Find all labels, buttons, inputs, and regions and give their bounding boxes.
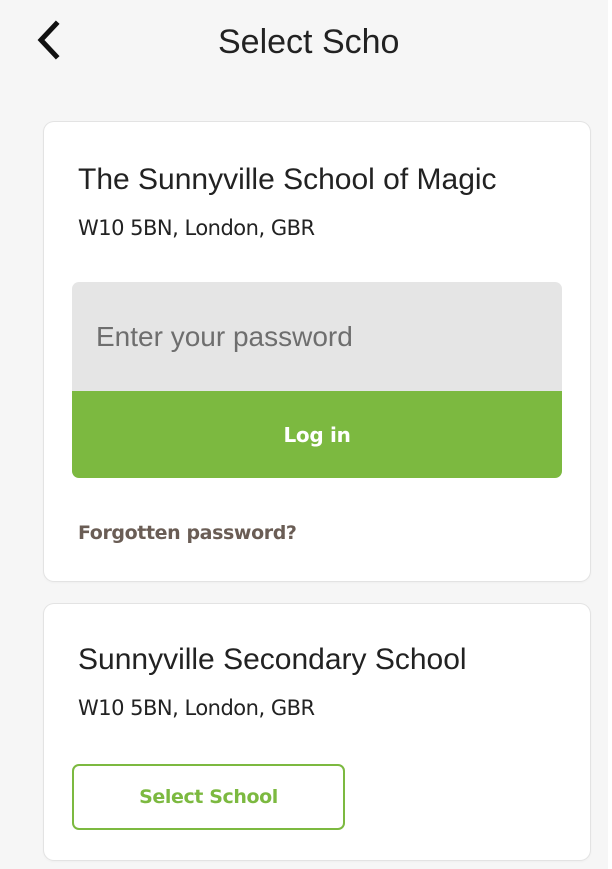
school-card: The Sunnyville School of Magic W10 5BN, … — [44, 122, 590, 581]
school-name: The Sunnyville School of Magic — [78, 163, 497, 196]
screen-edge — [608, 0, 612, 869]
page-title: Select Scho — [218, 23, 400, 61]
chevron-left-icon[interactable] — [30, 18, 70, 62]
password-input[interactable] — [72, 282, 562, 391]
school-address: W10 5BN, London, GBR — [78, 216, 315, 240]
login-button[interactable]: Log in — [72, 391, 562, 478]
login-form: Log in — [72, 282, 562, 478]
navigation-bar: Select Scho — [0, 0, 608, 88]
select-school-button[interactable]: Select School — [72, 764, 345, 830]
school-card: Sunnyville Secondary School W10 5BN, Lon… — [44, 604, 590, 860]
school-address: W10 5BN, London, GBR — [78, 696, 315, 720]
school-name: Sunnyville Secondary School — [78, 643, 467, 676]
forgotten-password-link[interactable]: Forgotten password? — [78, 522, 297, 544]
